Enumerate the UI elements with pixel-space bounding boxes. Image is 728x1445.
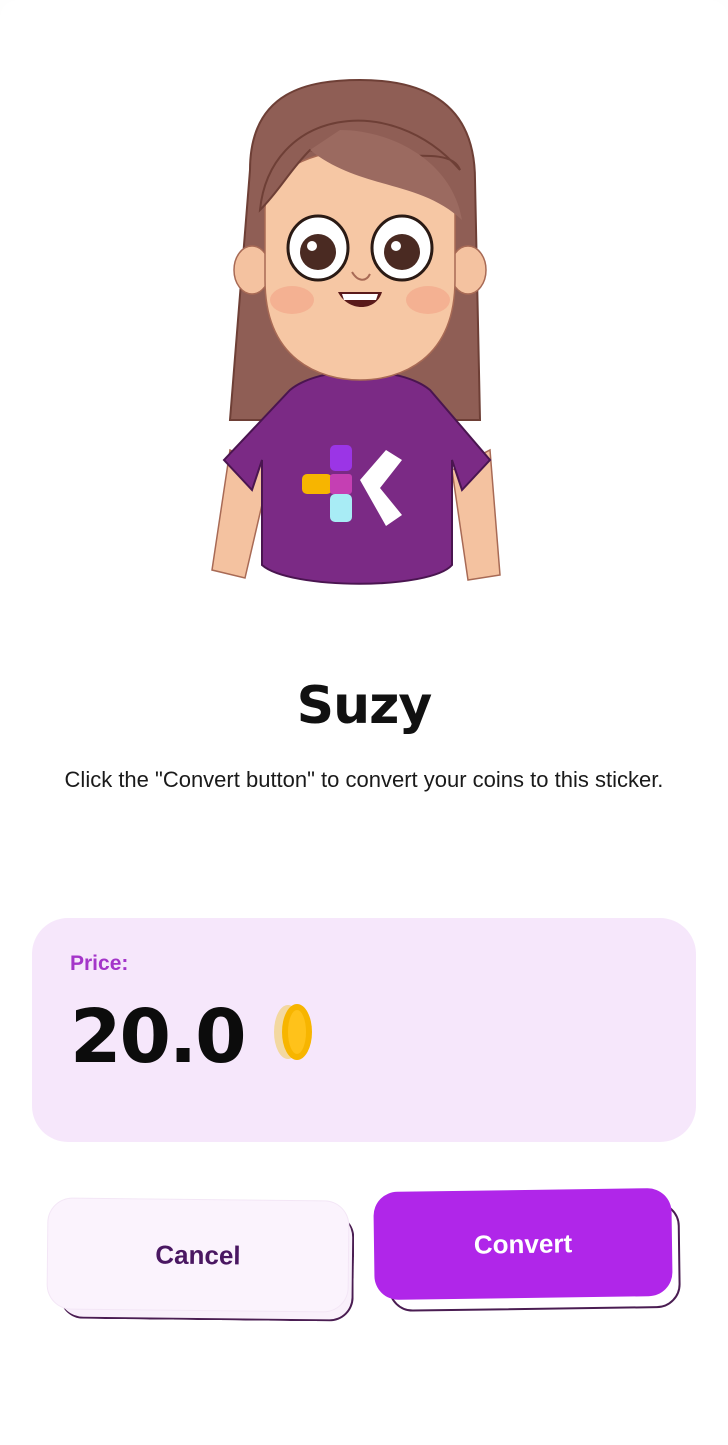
sticker-avatar-image <box>211 78 501 585</box>
cancel-button[interactable]: Cancel <box>47 1198 355 1322</box>
price-card: Price: 20.0 <box>32 918 696 1142</box>
price-value: 20.0 <box>70 994 247 1080</box>
sticker-name: Suzy <box>296 676 433 736</box>
sticker-convert-screen: Suzy Click the "Convert button" to conve… <box>0 0 728 1445</box>
convert-button-label: Convert <box>373 1187 673 1301</box>
convert-instructions: Click the "Convert button" to convert yo… <box>64 767 664 792</box>
cancel-button-label: Cancel <box>47 1198 349 1312</box>
coin-icon <box>274 1004 312 1060</box>
price-label: Price: <box>70 952 129 975</box>
convert-button[interactable]: Convert <box>373 1187 681 1312</box>
